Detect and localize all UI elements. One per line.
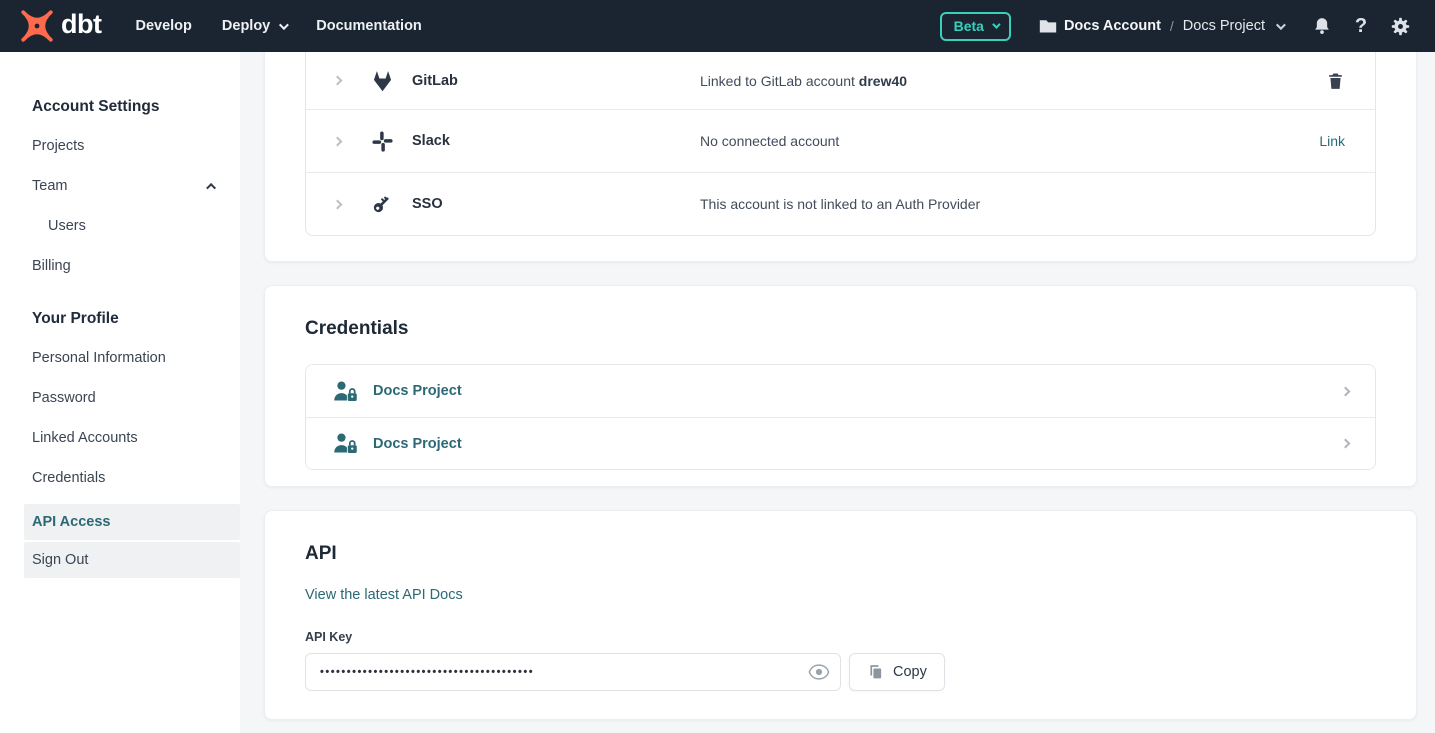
sidebar-item-sign-out[interactable]: Sign Out xyxy=(24,542,240,578)
api-key-input[interactable] xyxy=(305,653,841,691)
sidebar-item-credentials[interactable]: Credentials xyxy=(24,458,240,498)
chevron-right-icon xyxy=(1342,388,1349,395)
breadcrumb: Docs Account / Docs Project xyxy=(1039,18,1283,34)
chevron-down-icon xyxy=(279,20,289,30)
sidebar-item-billing[interactable]: Billing xyxy=(24,246,240,286)
sidebar-item-personal-information[interactable]: Personal Information xyxy=(24,338,240,378)
credential-row[interactable]: Docs Project xyxy=(306,365,1375,417)
unlink-trash-icon[interactable] xyxy=(1326,71,1345,91)
main-content: GitLab Linked to GitLab account drew40 xyxy=(240,52,1435,733)
chevron-down-icon xyxy=(1276,20,1286,30)
folder-icon xyxy=(1039,18,1057,34)
top-navbar: dbt Develop Deploy Documentation Beta Do… xyxy=(0,0,1435,52)
expand-chevron-right-icon[interactable] xyxy=(328,77,346,84)
slack-icon xyxy=(370,131,394,152)
notifications-bell-icon[interactable] xyxy=(1309,13,1335,39)
sidebar-item-linked-accounts[interactable]: Linked Accounts xyxy=(24,418,240,458)
api-title: API xyxy=(305,543,1376,565)
api-card: API View the latest API Docs API Key xyxy=(264,510,1417,720)
settings-sidebar: Account Settings Projects Team Users Bil… xyxy=(0,52,240,733)
sidebar-heading-account-settings: Account Settings xyxy=(24,98,240,116)
gitlab-icon xyxy=(370,70,394,92)
beta-dropdown-button[interactable]: Beta xyxy=(940,12,1011,41)
breadcrumb-account[interactable]: Docs Account xyxy=(1064,18,1161,34)
gitlab-username: drew40 xyxy=(859,73,907,89)
settings-gear-icon[interactable] xyxy=(1387,13,1413,39)
brand-wordmark: dbt xyxy=(61,11,101,41)
sidebar-heading-your-profile: Your Profile xyxy=(24,310,240,328)
sidebar-item-password[interactable]: Password xyxy=(24,378,240,418)
sidebar-item-team[interactable]: Team xyxy=(24,166,240,206)
sidebar-item-api-access[interactable]: API Access xyxy=(24,504,240,540)
nav-link-documentation[interactable]: Documentation xyxy=(316,18,422,34)
linked-account-row-sso: SSO This account is not linked to an Aut… xyxy=(306,172,1375,235)
chevron-up-icon xyxy=(206,182,216,192)
user-lock-icon xyxy=(332,432,359,455)
linked-account-row-gitlab: GitLab Linked to GitLab account drew40 xyxy=(306,52,1375,109)
user-lock-icon xyxy=(332,380,359,403)
reveal-eye-icon[interactable] xyxy=(807,661,831,683)
api-docs-link[interactable]: View the latest API Docs xyxy=(305,587,463,603)
api-key-label: API Key xyxy=(305,630,1376,644)
copy-button[interactable]: Copy xyxy=(849,653,945,691)
credential-row[interactable]: Docs Project xyxy=(306,417,1375,469)
breadcrumb-separator: / xyxy=(1168,18,1176,34)
nav-link-develop[interactable]: Develop xyxy=(135,18,191,34)
dbt-logo[interactable]: dbt xyxy=(20,9,101,43)
key-icon xyxy=(370,193,394,215)
linked-accounts-card: GitLab Linked to GitLab account drew40 xyxy=(264,52,1417,262)
credentials-list: Docs Project Docs Project xyxy=(305,364,1376,470)
chevron-right-icon xyxy=(1342,440,1349,447)
nav-link-deploy[interactable]: Deploy xyxy=(222,18,286,34)
dbt-logo-icon xyxy=(20,9,54,43)
chevron-down-icon xyxy=(992,20,1000,28)
help-icon[interactable]: ? xyxy=(1348,13,1374,39)
expand-chevron-right-icon[interactable] xyxy=(328,138,346,145)
sidebar-item-users[interactable]: Users xyxy=(24,206,240,246)
expand-chevron-right-icon[interactable] xyxy=(328,201,346,208)
credentials-title: Credentials xyxy=(305,318,1376,340)
breadcrumb-project-selector[interactable]: Docs Project xyxy=(1183,18,1265,34)
credentials-card: Credentials Docs Project xyxy=(264,285,1417,487)
linked-accounts-list: GitLab Linked to GitLab account drew40 xyxy=(305,52,1376,236)
copy-icon xyxy=(867,663,884,681)
slack-link-button[interactable]: Link xyxy=(1319,133,1345,149)
linked-account-row-slack: Slack No connected account Link xyxy=(306,109,1375,172)
sidebar-item-projects[interactable]: Projects xyxy=(24,126,240,166)
